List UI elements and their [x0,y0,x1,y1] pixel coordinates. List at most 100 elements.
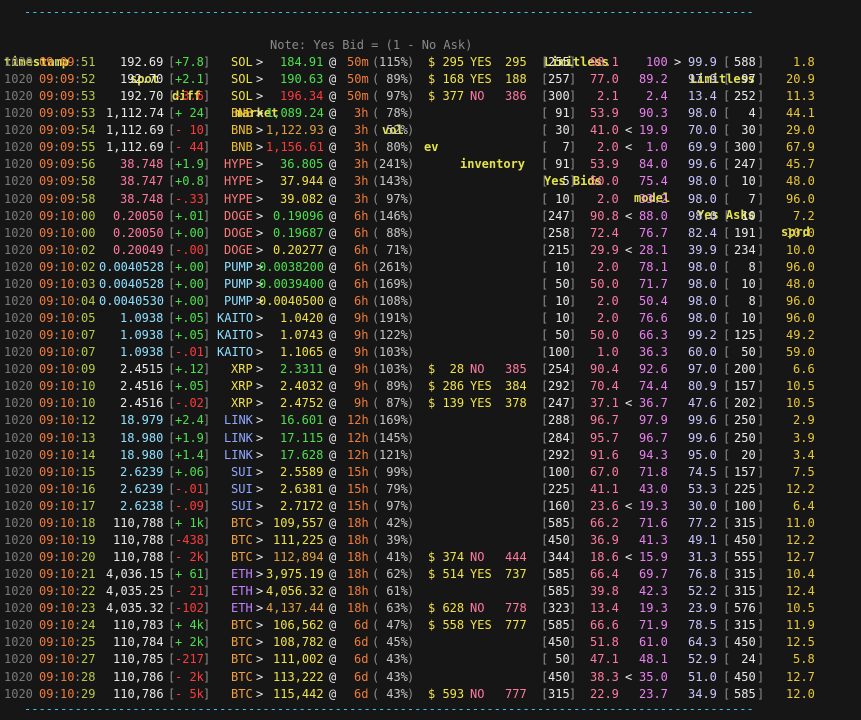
row-market-strike: 2.7172 [280,498,324,513]
row-ev: $ 628 [428,601,465,616]
row-spread: 12.7 [786,669,815,684]
bracket: [ [723,225,731,240]
row-market-strike: 2.3311 [280,362,324,377]
row-spread: 12.2 [786,532,815,547]
row-inventory: 737 [505,567,527,582]
row-second: 53 [81,89,96,104]
row-expiry: 3h [354,106,369,121]
at-sign: @ [329,379,337,394]
bottom-rule: ----------------------------------------… [24,702,754,716]
row-vol: 143% [379,174,408,189]
row-spread: 3.4 [793,447,815,462]
at-sign: @ [329,328,337,343]
gt-sign: > [256,106,264,121]
gt-sign: > [256,481,264,496]
row-spot: 1.0938 [120,311,164,326]
row-expiry: 3h [354,123,369,138]
at-sign: @ [329,276,337,291]
row-vol: 103% [379,345,408,360]
row-expiry: 6d [354,618,369,633]
row-yes-bid: 77.0 [590,72,619,87]
bracket: [ [723,379,731,394]
paren: ) [407,532,415,547]
row-minute: 10 [60,515,75,530]
paren: ) [407,464,415,479]
bracket: ] [203,481,211,496]
bracket: ] [757,311,765,326]
row-date: 1020 [4,447,33,462]
row-bid-qty: 30 [548,123,570,138]
row-expiry: 6h [354,276,369,291]
row-vol: 80% [379,140,408,155]
gt-sign: > [256,328,264,343]
row-ev: $ 514 [428,567,465,582]
bracket: ] [569,430,577,445]
bracket: ] [569,584,577,599]
row-date: 1020 [4,157,33,172]
row-spread: 96.0 [786,191,815,206]
gt-sign: > [256,55,264,69]
bracket: ] [203,259,211,274]
row-spread: 20.9 [786,72,815,87]
row-market-strike: 1.0420 [280,311,324,326]
row-ask-qty: 97 [734,72,756,87]
bracket: ] [569,498,577,513]
gt-sign: > [256,584,264,599]
row-model: 89.2 [639,72,668,87]
row-diff: - 44 [175,140,204,155]
row-spread: 96.0 [786,293,815,308]
row-minute: 10 [60,447,75,462]
paren: ) [407,242,415,257]
row-ask-qty: 8 [734,293,756,308]
row-spot: 110,783 [113,618,164,633]
row-date: 1020 [4,567,33,582]
bracket: ] [757,550,765,565]
row-bid-qty: 323 [548,601,570,616]
row-yes-ask: 31.3 [688,550,717,565]
row-model: 48.1 [639,652,668,667]
at-sign: @ [329,669,337,684]
row-second: 27 [81,652,96,667]
row-asset: SUI [231,498,253,513]
row-yes-bid: 2.1 [597,89,619,104]
row-diff: + 1k [175,515,204,530]
gt-sign: > [256,669,264,684]
row-diff: + 24 [175,106,204,121]
row-asset: LINK [224,447,253,462]
row-spread: 45.7 [786,157,815,172]
row-spot: 4,035.32 [106,601,164,616]
row-inventory: 378 [505,396,527,411]
row-spread: 12.7 [786,550,815,565]
row-spread: 12.2 [786,481,815,496]
row-hour: 09 [39,55,54,69]
row-model: 76.6 [639,311,668,326]
row-second: 12 [81,413,96,428]
bracket: [ [723,242,731,257]
bracket: ] [569,123,577,138]
row-market-strike: 1.1065 [280,345,324,360]
row-asset: BTC [231,618,253,633]
row-model: 88.0 [639,208,668,223]
row-diff: - 2k [175,669,204,684]
row-side: NO [470,89,485,104]
row-diff: -.01 [175,345,204,360]
row-market-strike: 2.6381 [280,481,324,496]
row-expiry: 3h [354,157,369,172]
row-expiry: 6d [354,669,369,684]
row-hour: 09 [39,293,54,308]
row-date: 1020 [4,89,33,104]
row-vol: 42% [379,515,408,530]
bracket: ] [757,635,765,650]
at-sign: @ [329,498,337,513]
row-minute: 10 [60,601,75,616]
row-expiry: 9h [354,396,369,411]
row-yes-bid: 50.0 [590,174,619,189]
row-spread: 48.0 [786,174,815,189]
bracket: ] [569,276,577,291]
bracket: ] [569,174,577,189]
row-market-strike: 108,782 [273,635,324,650]
gt-sign: > [256,174,264,189]
row-second: 18 [81,515,96,530]
row-ev: $ 139 [428,396,465,411]
row-date: 1020 [4,225,33,240]
